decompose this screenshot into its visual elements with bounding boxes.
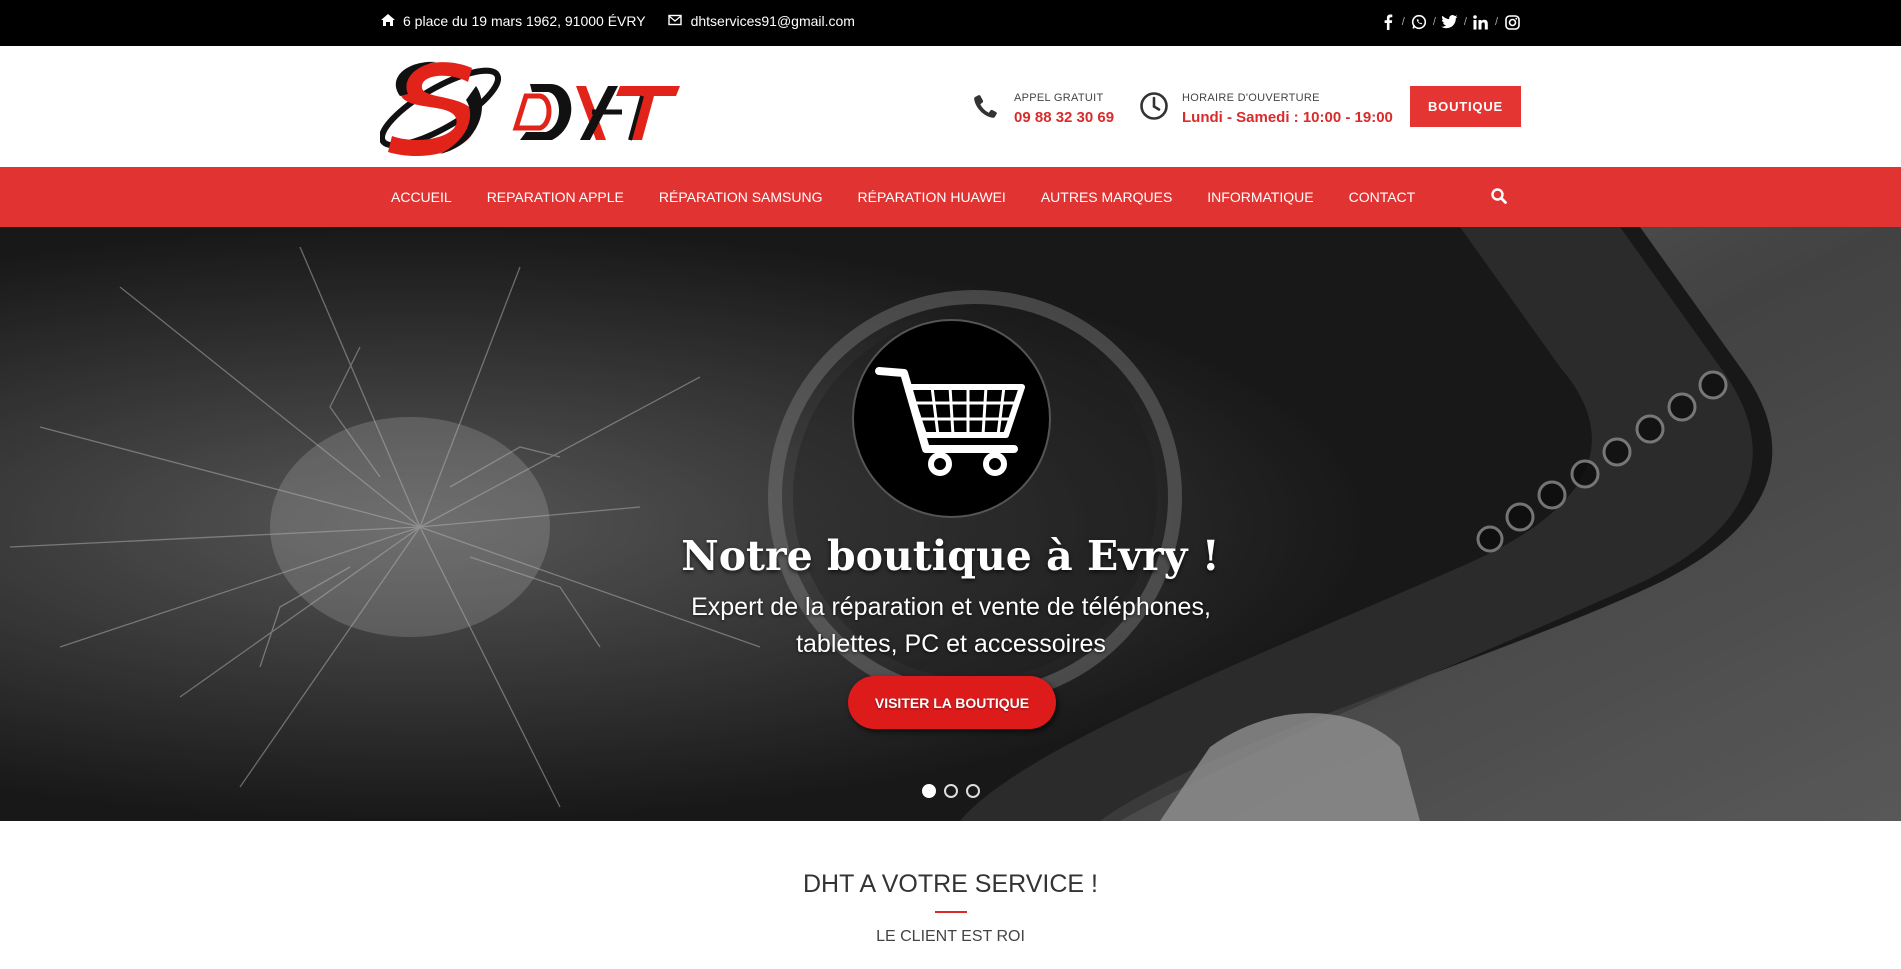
slider-dot-2[interactable]	[944, 784, 958, 798]
hero-slider: Notre boutique à Evry ! Expert de la rép…	[0, 227, 1901, 821]
slider-dot-3[interactable]	[966, 784, 980, 798]
nav-item-reparation-huawei[interactable]: RÉPARATION HUAWEI	[847, 167, 1017, 227]
slider-dots	[922, 784, 988, 798]
hero-background-image	[0, 227, 1901, 821]
twitter-icon[interactable]	[1441, 13, 1459, 31]
top-bar: 6 place du 19 mars 1962, 91000 ÉVRY dhts…	[0, 0, 1901, 46]
hours-label: HORAIRE D'OUVERTURE	[1182, 92, 1320, 104]
hours-info: HORAIRE D'OUVERTURE Lundi - Samedi : 10:…	[1138, 90, 1393, 126]
main-nav: ACCUEIL REPARATION APPLE RÉPARATION SAMS…	[0, 167, 1901, 227]
section-title: DHT A VOTRE SERVICE !	[803, 870, 1098, 898]
hours-value: Lundi - Samedi : 10:00 - 19:00	[1182, 109, 1393, 126]
phone-number[interactable]: 09 88 32 30 69	[1014, 109, 1114, 126]
envelope-icon	[667, 13, 684, 27]
nav-item-accueil[interactable]: ACCUEIL	[380, 167, 463, 227]
hero-subtitle: Expert de la réparation et vente de télé…	[691, 593, 1211, 658]
nav-item-autres-marques[interactable]: AUTRES MARQUES	[1030, 167, 1183, 227]
phone-icon	[970, 90, 1002, 122]
nav-item-reparation-samsung[interactable]: RÉPARATION SAMSUNG	[648, 167, 834, 227]
contact-info: 6 place du 19 mars 1962, 91000 ÉVRY dhts…	[380, 13, 855, 29]
home-icon	[380, 13, 396, 27]
instagram-icon[interactable]	[1503, 13, 1521, 31]
dht-logo[interactable]	[378, 56, 695, 160]
separator: /	[1432, 16, 1436, 28]
separator: /	[1494, 16, 1498, 28]
shopping-cart-icon	[875, 367, 1025, 476]
site-header: APPEL GRATUIT 09 88 32 30 69 HORAIRE D'O…	[0, 46, 1901, 167]
hero-title: Notre boutique à Evry !	[681, 532, 1220, 580]
nav-item-contact[interactable]: CONTACT	[1338, 167, 1427, 227]
nav-item-informatique[interactable]: INFORMATIQUE	[1196, 167, 1324, 227]
separator: /	[1463, 16, 1467, 28]
separator: /	[1401, 16, 1405, 28]
email-link[interactable]: dhtservices91@gmail.com	[691, 13, 855, 29]
boutique-button[interactable]: BOUTIQUE	[1410, 86, 1521, 127]
call-info: APPEL GRATUIT 09 88 32 30 69	[970, 90, 1114, 126]
section-subtitle: LE CLIENT EST ROI	[876, 928, 1025, 945]
address-text: 6 place du 19 mars 1962, 91000 ÉVRY	[403, 13, 646, 29]
whatsapp-icon[interactable]	[1410, 13, 1428, 31]
facebook-icon[interactable]	[1379, 13, 1397, 31]
social-links: / / / /	[1379, 13, 1521, 31]
search-icon[interactable]	[1490, 187, 1508, 205]
cart-badge	[852, 319, 1051, 518]
linkedin-icon[interactable]	[1472, 13, 1490, 31]
visit-shop-button[interactable]: VISITER LA BOUTIQUE	[848, 676, 1056, 729]
slider-dot-1[interactable]	[922, 784, 936, 798]
call-label: APPEL GRATUIT	[1014, 92, 1104, 104]
section-divider	[935, 911, 967, 913]
clock-icon	[1138, 90, 1170, 122]
nav-item-reparation-apple[interactable]: REPARATION APPLE	[476, 167, 635, 227]
